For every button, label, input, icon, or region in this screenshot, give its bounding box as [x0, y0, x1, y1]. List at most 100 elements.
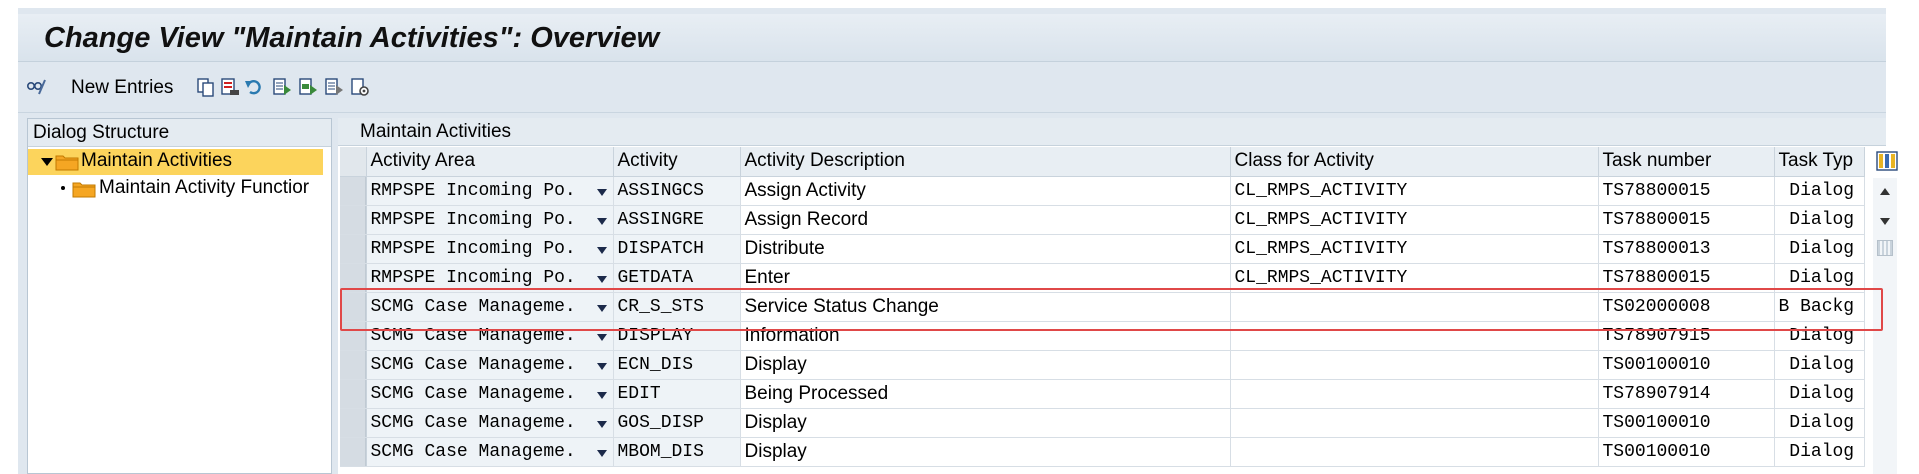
dropdown-arrow-icon[interactable]	[596, 333, 607, 341]
dropdown-arrow-icon[interactable]	[596, 217, 607, 225]
delete-icon[interactable]	[220, 77, 240, 97]
dropdown-arrow-icon[interactable]	[596, 449, 607, 457]
task-number-cell[interactable]: TS78800013	[1598, 234, 1775, 264]
activity-area-cell[interactable]: RMPSPE Incoming Po.	[366, 176, 614, 206]
table-row[interactable]: RMPSPE Incoming Po. DISPATCH Distribute CL_…	[340, 234, 1865, 264]
activity-area-cell[interactable]: RMPSPE Incoming Po.	[366, 205, 614, 235]
row-selector[interactable]	[340, 321, 367, 351]
row-selector[interactable]	[340, 205, 367, 235]
activity-description-cell[interactable]: Being Processed	[740, 379, 1231, 409]
table-row[interactable]: SCMG Case Manageme. GOS_DISP Display TS0010…	[340, 408, 1865, 438]
tree-node-maintain-activity-functions[interactable]: Maintain Activity Functior	[28, 176, 331, 202]
table-row[interactable]: SCMG Case Manageme. DISPLAY Information TS7…	[340, 321, 1865, 351]
class-for-activity-cell[interactable]	[1230, 292, 1599, 322]
activity-description-cell[interactable]: Assign Activity	[740, 176, 1231, 206]
row-selector[interactable]	[340, 408, 367, 438]
column-header-class-for-activity[interactable]: Class for Activity	[1230, 147, 1599, 177]
activity-area-cell[interactable]: SCMG Case Manageme.	[366, 408, 614, 438]
table-row[interactable]: SCMG Case Manageme. MBOM_DIS Display TS0010…	[340, 437, 1865, 467]
column-header-activity-area[interactable]: Activity Area	[366, 147, 614, 177]
deselect-all-icon[interactable]	[324, 77, 344, 97]
activity-area-cell[interactable]: SCMG Case Manageme.	[366, 350, 614, 380]
task-number-cell[interactable]: TS78907914	[1598, 379, 1775, 409]
activity-description-cell[interactable]: Assign Record	[740, 205, 1231, 235]
task-number-cell[interactable]: TS78907915	[1598, 321, 1775, 351]
class-for-activity-cell[interactable]: CL_RMPS_ACTIVITY	[1230, 205, 1599, 235]
dropdown-arrow-icon[interactable]	[596, 275, 607, 283]
class-for-activity-cell[interactable]	[1230, 350, 1599, 380]
task-type-cell[interactable]: Dialog	[1774, 408, 1865, 438]
activity-description-cell[interactable]: Display	[740, 437, 1231, 467]
dropdown-arrow-icon[interactable]	[596, 246, 607, 254]
table-row[interactable]: RMPSPE Incoming Po. ASSINGRE Assign Record…	[340, 205, 1865, 235]
activity-description-cell[interactable]: Information	[740, 321, 1231, 351]
activity-description-cell[interactable]: Display	[740, 408, 1231, 438]
task-type-cell[interactable]: Dialog	[1774, 263, 1865, 293]
table-row[interactable]: RMPSPE Incoming Po. ASSINGCS Assign Activi…	[340, 176, 1865, 206]
select-block-icon[interactable]	[298, 77, 318, 97]
activity-description-cell[interactable]: Service Status Change	[740, 292, 1231, 322]
column-header-activity-description[interactable]: Activity Description	[740, 147, 1231, 177]
row-selector[interactable]	[340, 176, 367, 206]
task-type-cell[interactable]: Dialog	[1774, 205, 1865, 235]
dropdown-arrow-icon[interactable]	[596, 304, 607, 312]
class-for-activity-cell[interactable]: CL_RMPS_ACTIVITY	[1230, 176, 1599, 206]
activity-area-cell[interactable]: SCMG Case Manageme.	[366, 321, 614, 351]
dropdown-arrow-icon[interactable]	[596, 391, 607, 399]
task-number-cell[interactable]: TS78800015	[1598, 176, 1775, 206]
dropdown-arrow-icon[interactable]	[596, 188, 607, 196]
row-selector[interactable]	[340, 350, 367, 380]
select-all-cell[interactable]	[340, 147, 367, 177]
table-row[interactable]: SCMG Case Manageme. CR_S_STS Service Statu…	[340, 292, 1865, 322]
task-type-cell[interactable]: Dialog	[1774, 176, 1865, 206]
vertical-scrollbar[interactable]	[1873, 178, 1897, 474]
copy-icon[interactable]	[196, 77, 216, 97]
activity-area-cell[interactable]: RMPSPE Incoming Po.	[366, 234, 614, 264]
row-selector[interactable]	[340, 292, 367, 322]
column-header-task-number[interactable]: Task number	[1598, 147, 1775, 177]
column-header-task-type[interactable]: Task Typ	[1774, 147, 1865, 177]
class-for-activity-cell[interactable]	[1230, 408, 1599, 438]
task-number-cell[interactable]: TS78800015	[1598, 205, 1775, 235]
class-for-activity-cell[interactable]: CL_RMPS_ACTIVITY	[1230, 263, 1599, 293]
column-header-activity[interactable]: Activity	[613, 147, 741, 177]
task-type-cell[interactable]: Dialog	[1774, 350, 1865, 380]
row-selector[interactable]	[340, 234, 367, 264]
tree-node-maintain-activities[interactable]: Maintain Activities	[28, 149, 323, 175]
dropdown-arrow-icon[interactable]	[596, 420, 607, 428]
activity-description-cell[interactable]: Enter	[740, 263, 1231, 293]
activity-area-cell[interactable]: SCMG Case Manageme.	[366, 437, 614, 467]
task-type-cell[interactable]: Dialog	[1774, 379, 1865, 409]
scroll-up-icon[interactable]	[1880, 188, 1890, 195]
configure-icon[interactable]	[350, 77, 370, 97]
class-for-activity-cell[interactable]	[1230, 437, 1599, 467]
row-selector[interactable]	[340, 263, 367, 293]
display-change-icon[interactable]	[26, 77, 46, 97]
activity-area-cell[interactable]: RMPSPE Incoming Po.	[366, 263, 614, 293]
task-type-cell[interactable]: Dialog	[1774, 234, 1865, 264]
row-selector[interactable]	[340, 437, 367, 467]
scroll-down-icon[interactable]	[1880, 218, 1890, 225]
new-entries-button[interactable]: New Entries	[71, 77, 173, 99]
activity-description-cell[interactable]: Distribute	[740, 234, 1231, 264]
task-type-cell[interactable]: Dialog	[1774, 437, 1865, 467]
task-number-cell[interactable]: TS00100010	[1598, 350, 1775, 380]
task-number-cell[interactable]: TS00100010	[1598, 437, 1775, 467]
table-row[interactable]: SCMG Case Manageme. EDIT Being Processed TS…	[340, 379, 1865, 409]
table-row[interactable]: RMPSPE Incoming Po. GETDATA Enter CL_RMPS_A…	[340, 263, 1865, 293]
task-number-cell[interactable]: TS02000008	[1598, 292, 1775, 322]
activity-area-cell[interactable]: SCMG Case Manageme.	[366, 292, 614, 322]
task-type-cell[interactable]: Dialog	[1774, 321, 1865, 351]
class-for-activity-cell[interactable]: CL_RMPS_ACTIVITY	[1230, 234, 1599, 264]
row-selector[interactable]	[340, 379, 367, 409]
expand-triangle-icon[interactable]	[41, 158, 53, 166]
task-number-cell[interactable]: TS00100010	[1598, 408, 1775, 438]
select-all-icon[interactable]	[272, 77, 292, 97]
class-for-activity-cell[interactable]	[1230, 321, 1599, 351]
undo-icon[interactable]	[244, 77, 264, 97]
table-row[interactable]: SCMG Case Manageme. ECN_DIS Display TS00100…	[340, 350, 1865, 380]
activity-description-cell[interactable]: Display	[740, 350, 1231, 380]
dropdown-arrow-icon[interactable]	[596, 362, 607, 370]
column-settings-icon[interactable]	[1876, 150, 1898, 172]
class-for-activity-cell[interactable]	[1230, 379, 1599, 409]
